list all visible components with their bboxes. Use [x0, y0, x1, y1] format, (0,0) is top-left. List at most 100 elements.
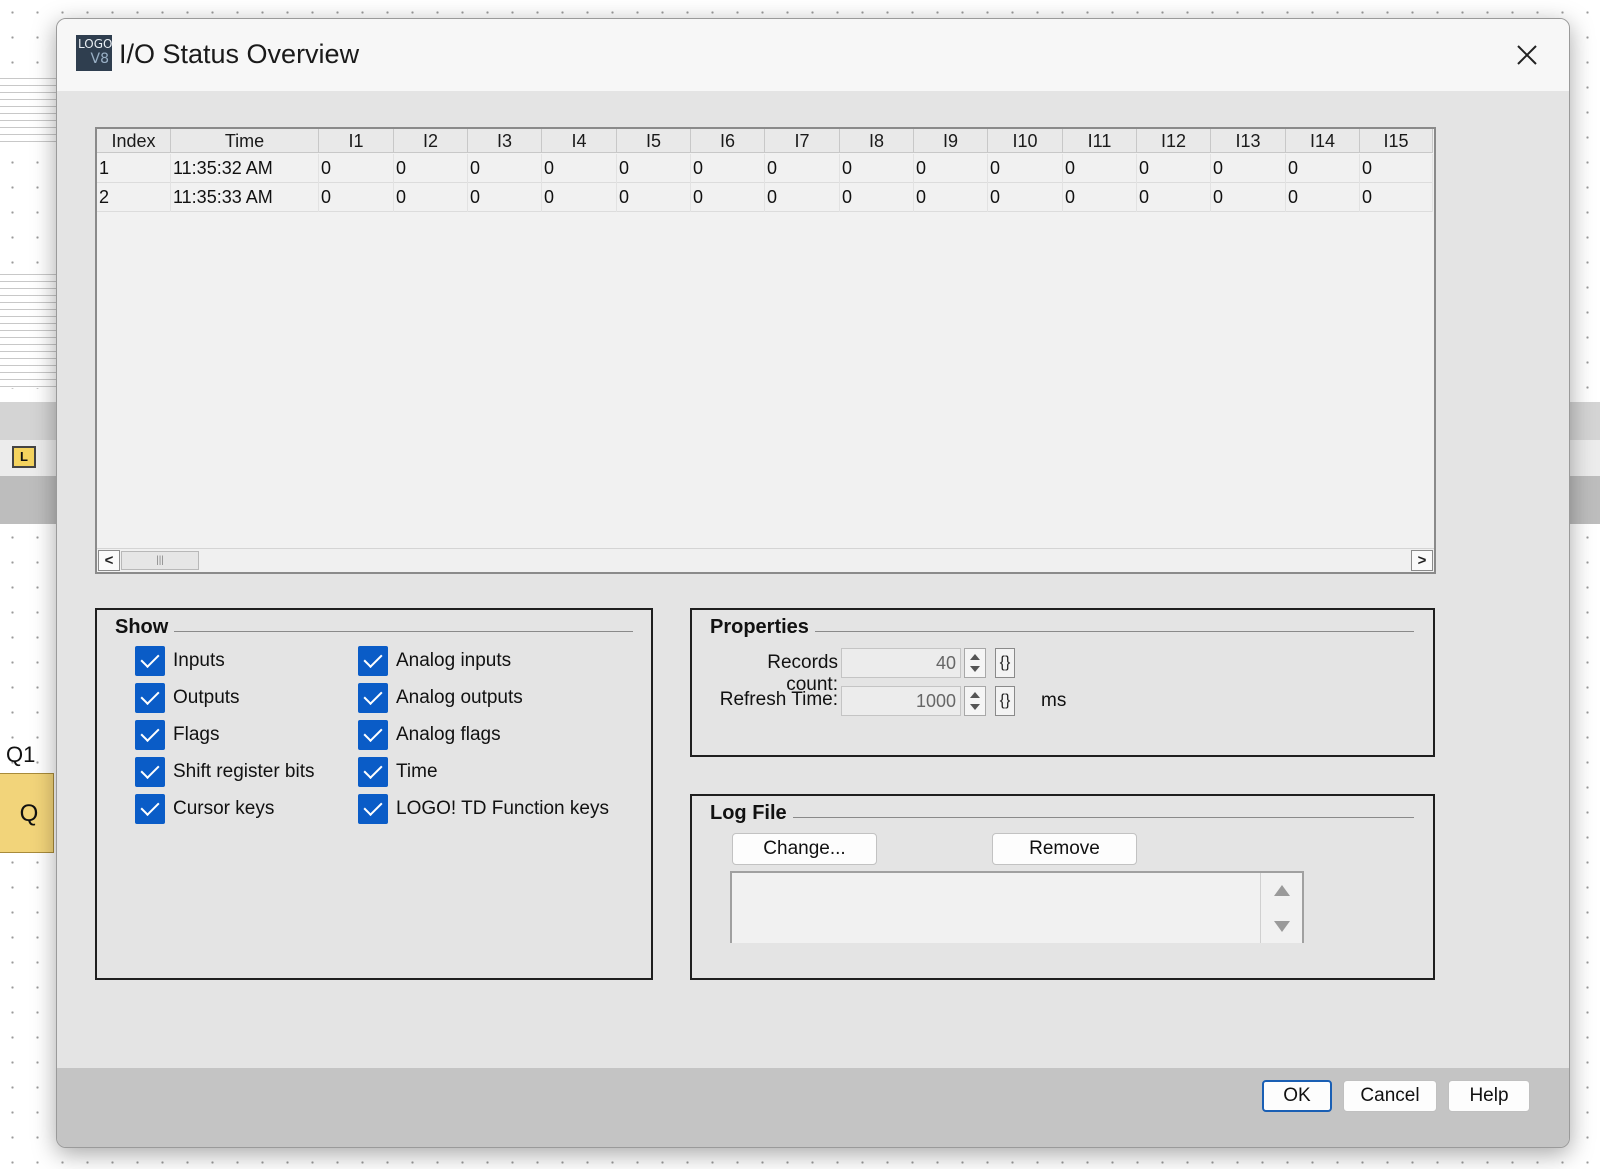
- table-cell: 0: [468, 183, 542, 212]
- show-checkbox-analog-flags[interactable]: Analog flags: [358, 720, 501, 750]
- show-checkbox-cursor-keys[interactable]: Cursor keys: [135, 794, 274, 824]
- scrollbar-thumb[interactable]: |||: [121, 551, 199, 570]
- checkbox-label: Shift register bits: [173, 761, 315, 782]
- table-cell: 11:35:33 AM: [171, 183, 319, 212]
- scroll-left-button[interactable]: <: [98, 550, 120, 571]
- io-status-table[interactable]: Index Time I1 I2 I3 I4 I5 I6 I7 I8 I9 I10 I11 I12 I13 I…: [95, 127, 1436, 574]
- change-log-file-button[interactable]: Change...: [732, 833, 877, 865]
- column-header[interactable]: I13: [1211, 129, 1286, 153]
- column-header[interactable]: I5: [617, 129, 691, 153]
- table-cell: 0: [319, 154, 394, 183]
- show-checkbox-flags[interactable]: Flags: [135, 720, 219, 750]
- table-cell: 0: [840, 183, 914, 212]
- help-button[interactable]: Help: [1448, 1080, 1530, 1112]
- remove-log-file-button[interactable]: Remove: [992, 833, 1137, 865]
- log-file-path-box[interactable]: [730, 871, 1304, 943]
- app-icon-text: LOGO: [78, 37, 112, 51]
- checkbox-checked-icon[interactable]: [135, 757, 165, 787]
- show-group: Show Inputs Outputs Flags Shift register bi…: [95, 608, 653, 980]
- show-checkbox-outputs[interactable]: Outputs: [135, 683, 240, 713]
- checkbox-checked-icon[interactable]: [135, 794, 165, 824]
- close-icon: [1517, 45, 1537, 65]
- ok-button[interactable]: OK: [1262, 1080, 1332, 1112]
- checkbox-label: LOGO! TD Function keys: [396, 798, 609, 819]
- table-body: 1 11:35:32 AM 0 0 0 0 0 0 0 0 0 0 0 0 0 0 0 2 11:35:33 AM 0…: [97, 154, 1433, 212]
- checkbox-label: Analog inputs: [396, 650, 512, 671]
- title-bar: LOGO V8 I/O Status Overview: [57, 19, 1569, 91]
- records-count-input[interactable]: 40: [841, 648, 961, 678]
- column-header[interactable]: I8: [840, 129, 914, 153]
- column-header[interactable]: I2: [394, 129, 468, 153]
- show-checkbox-inputs[interactable]: Inputs: [135, 646, 225, 676]
- table-cell: 0: [914, 183, 988, 212]
- checkbox-checked-icon[interactable]: [358, 720, 388, 750]
- table-cell: 0: [319, 183, 394, 212]
- checkbox-checked-icon[interactable]: [135, 646, 165, 676]
- spin-down-icon[interactable]: [970, 666, 980, 672]
- horizontal-scrollbar[interactable]: < ||| >: [97, 548, 1434, 572]
- scroll-right-button[interactable]: >: [1411, 550, 1433, 571]
- spin-up-icon[interactable]: [970, 654, 980, 660]
- background-output-block[interactable]: Q: [0, 773, 54, 853]
- show-checkbox-analog-outputs[interactable]: Analog outputs: [358, 683, 523, 713]
- background-l-icon[interactable]: L: [12, 446, 36, 468]
- column-header[interactable]: I7: [765, 129, 840, 153]
- column-header[interactable]: I6: [691, 129, 765, 153]
- table-cell: 11:35:32 AM: [171, 154, 319, 183]
- table-row[interactable]: 1 11:35:32 AM 0 0 0 0 0 0 0 0 0 0 0 0 0 0 0: [97, 154, 1433, 183]
- table-cell: 0: [1360, 183, 1433, 212]
- show-checkbox-analog-inputs[interactable]: Analog inputs: [358, 646, 511, 676]
- table-cell: 0: [1063, 154, 1137, 183]
- table-cell: 0: [468, 154, 542, 183]
- background-ruler-lines: [0, 72, 60, 142]
- records-count-parameter-button[interactable]: {}: [995, 648, 1015, 678]
- records-count-spinner[interactable]: [964, 648, 986, 678]
- checkbox-checked-icon[interactable]: [358, 646, 388, 676]
- spin-up-icon[interactable]: [970, 692, 980, 698]
- column-header[interactable]: Index: [97, 129, 171, 153]
- checkbox-checked-icon[interactable]: [358, 683, 388, 713]
- refresh-time-input[interactable]: 1000: [841, 686, 961, 716]
- checkbox-checked-icon[interactable]: [135, 683, 165, 713]
- show-checkbox-shift-register-bits[interactable]: Shift register bits: [135, 757, 315, 787]
- properties-group: Properties Records count: 40 {} Refresh …: [690, 608, 1435, 757]
- column-header[interactable]: I14: [1286, 129, 1360, 153]
- table-row[interactable]: 2 11:35:33 AM 0 0 0 0 0 0 0 0 0 0 0 0 0 0 0: [97, 183, 1433, 212]
- scroll-up-icon[interactable]: [1274, 885, 1290, 896]
- table-cell: 0: [1286, 154, 1360, 183]
- table-cell: 0: [1137, 183, 1211, 212]
- scroll-down-icon[interactable]: [1274, 921, 1290, 932]
- background-ruler-lines: [0, 268, 60, 388]
- checkbox-label: Time: [396, 761, 438, 782]
- refresh-time-spinner[interactable]: [964, 686, 986, 716]
- table-cell: 0: [691, 154, 765, 183]
- show-checkbox-time[interactable]: Time: [358, 757, 438, 787]
- column-header[interactable]: I3: [468, 129, 542, 153]
- table-cell: 0: [1063, 183, 1137, 212]
- column-header[interactable]: I4: [542, 129, 617, 153]
- show-checkbox-logo-td-function-keys[interactable]: LOGO! TD Function keys: [358, 794, 609, 824]
- checkbox-checked-icon[interactable]: [358, 794, 388, 824]
- logo-app-icon: LOGO V8: [76, 35, 112, 71]
- column-header[interactable]: I9: [914, 129, 988, 153]
- spin-down-icon[interactable]: [970, 704, 980, 710]
- checkbox-checked-icon[interactable]: [358, 757, 388, 787]
- checkbox-checked-icon[interactable]: [135, 720, 165, 750]
- column-header[interactable]: I10: [988, 129, 1063, 153]
- table-cell: 2: [97, 183, 171, 212]
- refresh-time-parameter-button[interactable]: {}: [995, 686, 1015, 716]
- close-button[interactable]: [1507, 35, 1547, 75]
- column-header[interactable]: I11: [1063, 129, 1137, 153]
- table-cell: 0: [1211, 183, 1286, 212]
- table-cell: 0: [1211, 154, 1286, 183]
- column-header[interactable]: Time: [171, 129, 319, 153]
- column-header[interactable]: I12: [1137, 129, 1211, 153]
- show-group-title: Show: [115, 616, 175, 639]
- log-file-scrollbar[interactable]: [1260, 873, 1302, 943]
- column-header[interactable]: I1: [319, 129, 394, 153]
- table-cell: 0: [914, 154, 988, 183]
- refresh-time-label: Refresh Time:: [719, 689, 838, 710]
- column-header[interactable]: I15: [1360, 129, 1433, 153]
- table-cell: 0: [394, 183, 468, 212]
- cancel-button[interactable]: Cancel: [1343, 1080, 1437, 1112]
